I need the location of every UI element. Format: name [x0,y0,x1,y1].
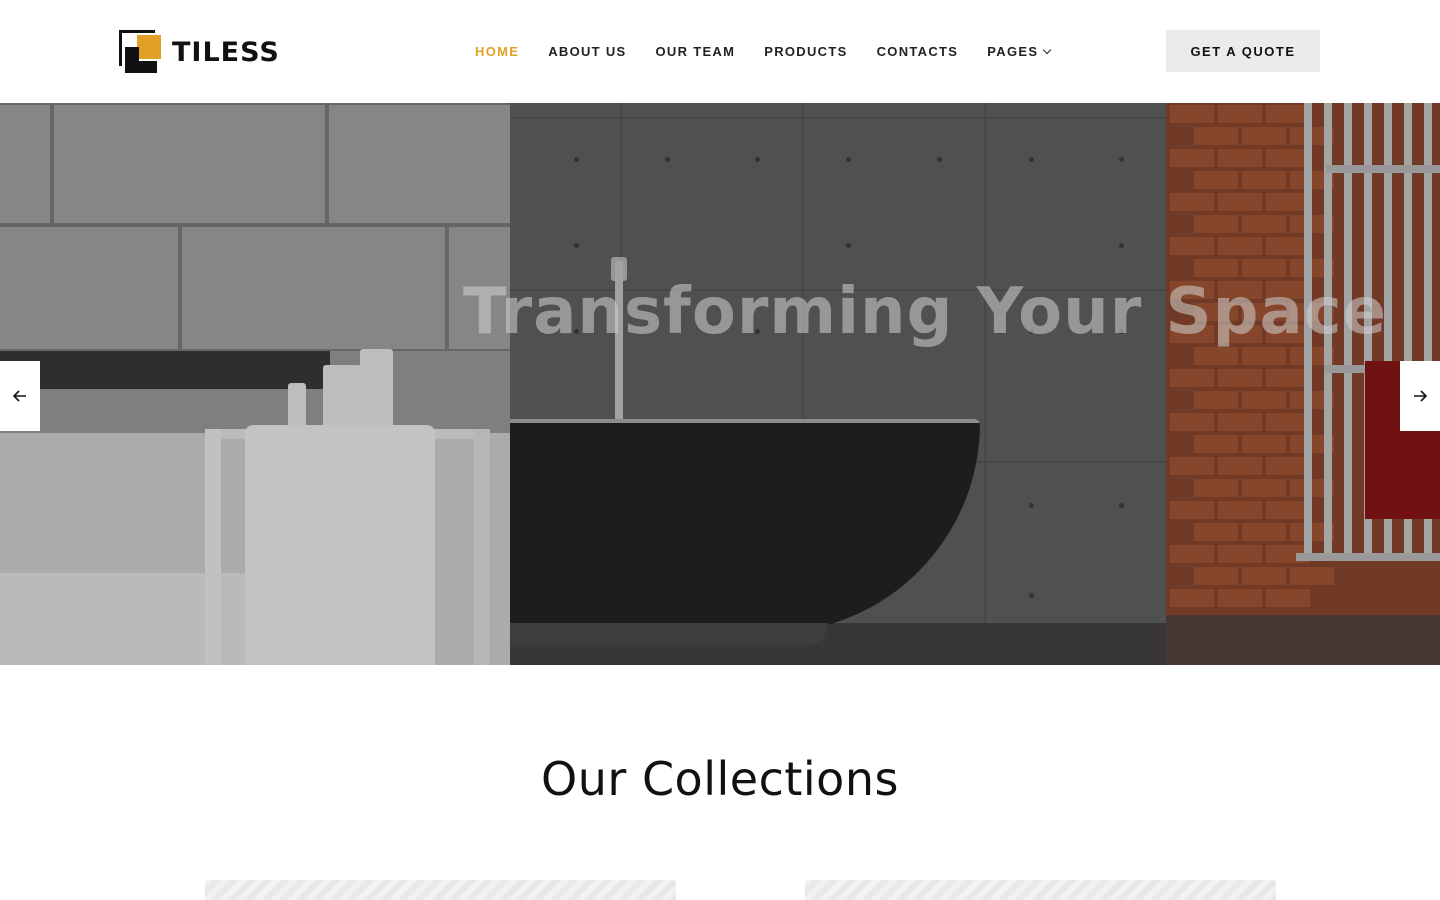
chevron-down-icon [1043,45,1052,54]
hero-slider: Transforming Your Space [0,103,1440,665]
site-logo[interactable]: TILESS [119,30,280,74]
slider-prev-button[interactable] [0,361,40,431]
site-header: TILESS HOME ABOUT US OUR TEAM PRODUCTS C… [0,0,1440,103]
hero-title-text: Transforming Your Space [463,275,1387,349]
logo-text: TILESS [172,36,280,68]
hero-title: Transforming Your Space [0,275,1440,355]
collection-card-placeholder [805,880,1276,900]
nav-item-our-team[interactable]: OUR TEAM [656,44,736,59]
get-a-quote-button[interactable]: GET A QUOTE [1166,30,1320,72]
arrow-right-icon [1414,390,1428,402]
logo-mark-icon [119,30,163,74]
nav-item-pages-label: PAGES [987,44,1039,59]
main-nav: HOME ABOUT US OUR TEAM PRODUCTS CONTACTS… [475,44,1079,59]
slider-next-button[interactable] [1400,361,1440,431]
arrow-left-icon [12,390,26,402]
collections-heading: Our Collections [541,752,899,806]
nav-item-home[interactable]: HOME [475,44,519,59]
nav-item-products[interactable]: PRODUCTS [764,44,847,59]
collection-card-placeholder [205,880,676,900]
nav-item-contacts[interactable]: CONTACTS [877,44,959,59]
nav-item-about-us[interactable]: ABOUT US [548,44,626,59]
nav-item-pages[interactable]: PAGES [987,44,1052,59]
